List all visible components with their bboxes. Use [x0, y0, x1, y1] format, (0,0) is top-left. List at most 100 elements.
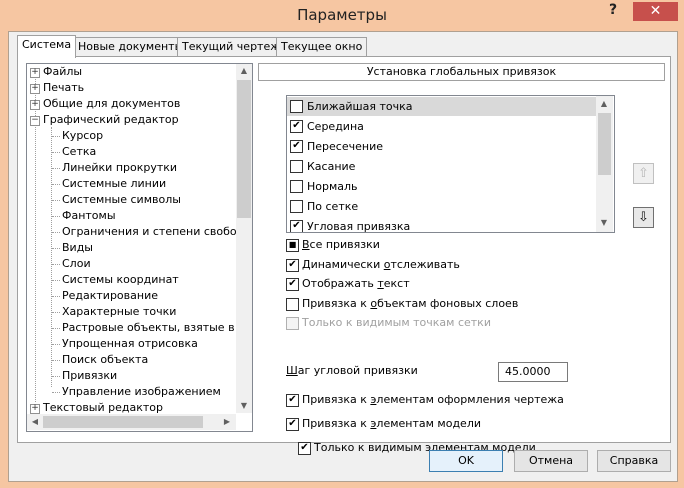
scroll-up-icon[interactable]: ▲ [596, 99, 612, 108]
label-part: В [302, 238, 310, 251]
tree-item-print[interactable]: Печать [43, 80, 84, 96]
snap-item-midpoint[interactable]: ✔ Середина [287, 117, 596, 136]
expand-icon[interactable]: + [30, 84, 40, 94]
angle-step-input[interactable]: 45.0000 [498, 362, 568, 382]
label-part: аг угловой привязки [297, 364, 418, 377]
snap-label: Пересечение [307, 140, 383, 153]
checkbox-checked[interactable]: ✔ [286, 418, 299, 431]
tree-item-grid[interactable]: Сетка [62, 144, 96, 160]
expand-icon[interactable]: + [30, 404, 40, 414]
checkbox[interactable] [290, 100, 303, 113]
snap-item-tangent[interactable]: Касание [287, 157, 596, 176]
scroll-down-icon[interactable]: ▼ [236, 401, 252, 410]
scroll-left-icon[interactable]: ◀ [27, 417, 43, 426]
snap-item-angular[interactable]: ✔ Угловая привязка [287, 217, 596, 232]
label-part: лементам оформления чертежа [376, 393, 564, 406]
tree-connector [52, 136, 60, 137]
checkbox[interactable] [290, 200, 303, 213]
checkbox-checked[interactable]: ✔ [290, 220, 303, 232]
scroll-right-icon[interactable]: ▶ [219, 417, 235, 426]
checkbox-checked[interactable]: ✔ [286, 259, 299, 272]
tree-item-constraints[interactable]: Ограничения и степени свобода [62, 224, 251, 240]
tree-item-characteristic-points[interactable]: Характерные точки [62, 304, 176, 320]
checkbox-checked[interactable]: ✔ [290, 140, 303, 153]
checkbox-checked[interactable]: ✔ [298, 442, 311, 455]
tree-connector [52, 152, 60, 153]
ok-button[interactable]: OK [429, 450, 503, 472]
dialog-client-area: Система Новые документы Текущий чертеж Т… [8, 31, 678, 482]
tree-horizontal-scrollbar[interactable]: ◀ ▶ [27, 414, 236, 430]
tree-connector [52, 264, 60, 265]
checkbox[interactable] [290, 160, 303, 173]
expand-icon[interactable]: + [30, 100, 40, 110]
checkbox-checked[interactable]: ✔ [290, 120, 303, 133]
tree-item-files[interactable]: Файлы [43, 64, 82, 80]
snap-list-scrollbar[interactable]: ▲ ▼ [596, 96, 613, 232]
tree-item-coordinate-systems[interactable]: Системы координат [62, 272, 179, 288]
tree-connector [52, 168, 60, 169]
tab-current-window[interactable]: Текущее окно [276, 37, 368, 57]
move-down-button[interactable]: ⇩ [633, 207, 654, 228]
tree-item-system-symbols[interactable]: Системные символы [62, 192, 181, 208]
tree-item-editing[interactable]: Редактирование [62, 288, 158, 304]
checkbox-checked[interactable]: ✔ [286, 278, 299, 291]
tree-item-views[interactable]: Виды [62, 240, 93, 256]
collapse-icon[interactable]: − [30, 116, 40, 126]
tree-connector [52, 184, 60, 185]
checkbox[interactable] [286, 298, 299, 311]
snap-list[interactable]: Ближайшая точка ✔ Середина ✔ Пересечение… [286, 95, 615, 233]
tree-item-graphic-editor[interactable]: Графический редактор [43, 112, 179, 128]
settings-tree[interactable]: + Файлы + Печать + Общие для документов … [26, 63, 253, 432]
help-button[interactable]: Справка [597, 450, 671, 472]
tree-hscroll-thumb[interactable] [43, 416, 203, 428]
label-part: Динамически [302, 258, 384, 271]
tree-connector [52, 392, 60, 393]
tree-item-system-lines[interactable]: Системные линии [62, 176, 166, 192]
scroll-down-icon[interactable]: ▼ [596, 218, 612, 227]
tree-connector [52, 312, 60, 313]
tree-connector [52, 280, 60, 281]
checkbox-indeterminate[interactable]: ■ [286, 239, 299, 252]
window-title: Параметры [297, 6, 387, 24]
help-title-button[interactable]: ? [603, 2, 623, 20]
move-up-button[interactable]: ⇧ [633, 163, 654, 184]
tree-item-layers[interactable]: Слои [62, 256, 91, 272]
angle-step-label: Шаг угловой привязки [286, 363, 418, 379]
snap-item-nearest-point[interactable]: Ближайшая точка [287, 97, 596, 116]
tree-connector [52, 328, 60, 329]
snap-item-grid[interactable]: По сетке [287, 197, 596, 216]
snap-item-normal[interactable]: Нормаль [287, 177, 596, 196]
tree-item-common-documents[interactable]: Общие для документов [43, 96, 180, 112]
tab-current-drawing[interactable]: Текущий чертеж [177, 37, 286, 57]
title-bar: Параметры ? ✕ [0, 0, 684, 30]
tree-connector [52, 248, 60, 249]
tree-item-snaps[interactable]: Привязки [62, 368, 117, 384]
close-button[interactable]: ✕ [633, 2, 678, 21]
checkbox-checked[interactable]: ✔ [286, 394, 299, 407]
label-part: екст [383, 277, 410, 290]
label-part: бъектам фоновых слоев [377, 297, 519, 310]
tree-item-phantoms[interactable]: Фантомы [62, 208, 116, 224]
tree-item-image-control[interactable]: Управление изображением [62, 384, 221, 400]
tree-connector [52, 344, 60, 345]
tree-connector [52, 216, 60, 217]
checkbox[interactable] [290, 180, 303, 193]
tree-vertical-scrollbar[interactable]: ▲ ▼ [236, 64, 252, 413]
snap-label: Ближайшая точка [307, 100, 413, 113]
cancel-button[interactable]: Отмена [514, 450, 588, 472]
scroll-up-icon[interactable]: ▲ [236, 66, 252, 75]
tree-connector [52, 296, 60, 297]
tree-item-simplified-rendering[interactable]: Упрощенная отрисовка [62, 336, 198, 352]
label-part: Привязка к [302, 297, 371, 310]
expand-icon[interactable]: + [30, 68, 40, 78]
snap-item-intersection[interactable]: ✔ Пересечение [287, 137, 596, 156]
snap-scroll-thumb[interactable] [598, 113, 611, 175]
tab-system[interactable]: Система [17, 35, 77, 58]
tree-item-raster-objects[interactable]: Растровые объекты, взятые в д [62, 320, 246, 336]
tree-item-cursor[interactable]: Курсор [62, 128, 103, 144]
tree-item-scroll-rulers[interactable]: Линейки прокрутки [62, 160, 177, 176]
tab-new-documents[interactable]: Новые документы [73, 37, 189, 57]
tree-scroll-thumb[interactable] [237, 80, 251, 218]
label-part: Отображать [302, 277, 378, 290]
tree-item-object-search[interactable]: Поиск объекта [62, 352, 148, 368]
